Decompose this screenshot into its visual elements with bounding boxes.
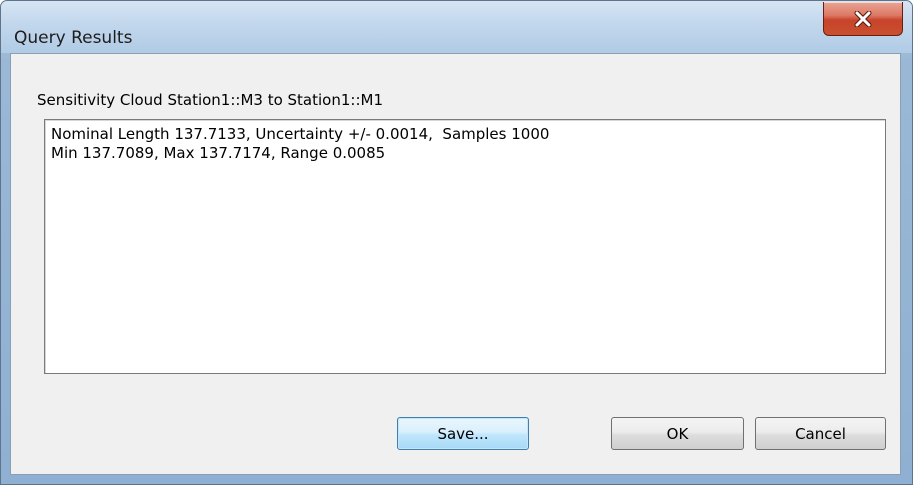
close-button[interactable]	[823, 2, 903, 36]
save-button[interactable]: Save...	[397, 417, 529, 450]
results-line: Min 137.7089, Max 137.7174, Range 0.0085	[51, 144, 386, 162]
ok-button[interactable]: OK	[611, 417, 744, 450]
close-icon	[824, 2, 902, 35]
title-bar[interactable]: Query Results	[1, 1, 912, 53]
results-text-area[interactable]: Nominal Length 137.7133, Uncertainty +/-…	[44, 119, 886, 374]
window-title: Query Results	[14, 28, 133, 48]
cancel-button[interactable]: Cancel	[755, 417, 886, 450]
query-description-label: Sensitivity Cloud Station1::M3 to Statio…	[37, 91, 383, 109]
results-line: Nominal Length 137.7133, Uncertainty +/-…	[51, 125, 550, 143]
